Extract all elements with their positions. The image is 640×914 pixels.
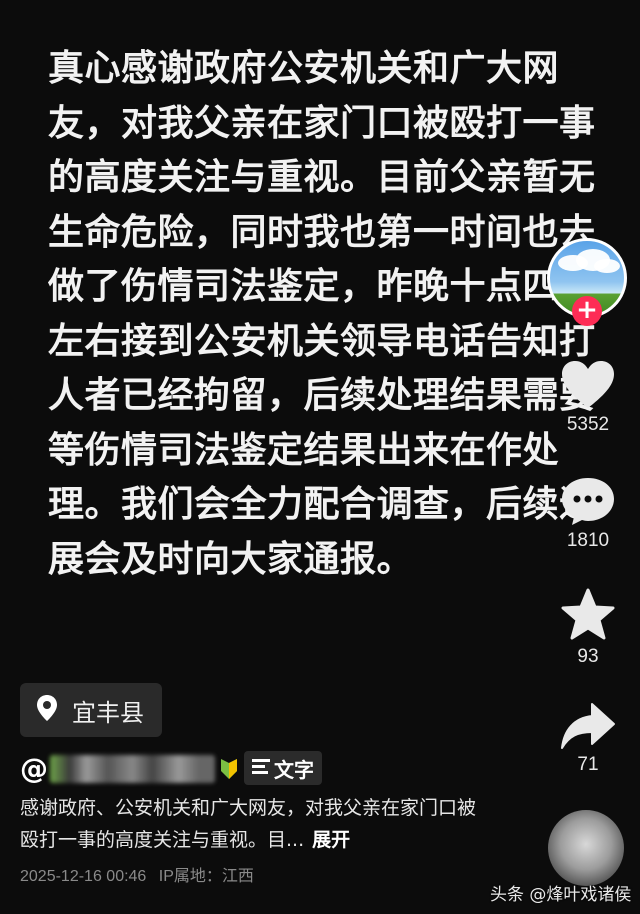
favorite-button[interactable]: 93: [548, 588, 628, 668]
watermark: 头条 @烽叶戏诸侯: [490, 885, 632, 905]
post-meta: 2025-12-16 00:46 IP属地：江西: [20, 862, 262, 886]
star-icon: [548, 588, 628, 642]
share-arrow-icon: [548, 702, 628, 750]
comment-bubble-icon: [548, 476, 628, 526]
music-disc[interactable]: [548, 810, 624, 886]
post-text: 真心感谢政府公安机关和广大网友，对我父亲在家门口被殴打一事的高度关注与重视。目前…: [48, 48, 596, 580]
heart-icon: [548, 360, 628, 410]
favorite-count: 93: [577, 646, 599, 667]
author-at-sign: @: [20, 752, 48, 785]
location-chip[interactable]: 宜丰县: [20, 683, 162, 737]
location-pin-icon: [36, 694, 58, 726]
comment-count: 1810: [566, 530, 610, 551]
author-name[interactable]: @: [20, 752, 239, 785]
follow-button[interactable]: +: [572, 296, 602, 326]
text-lines-icon: [252, 758, 270, 778]
post-caption: 感谢政府、公安机关和广大网友，对我父亲在家门口被殴打一事的高度关注与重视。目..…: [20, 792, 480, 856]
text-mode-tag[interactable]: 文字: [244, 751, 322, 785]
location-label: 宜丰县: [72, 698, 144, 727]
ip-location: IP属地：江西: [158, 868, 254, 885]
share-button[interactable]: 71: [548, 702, 628, 776]
like-count: 5352: [566, 414, 610, 435]
like-button[interactable]: 5352: [548, 360, 628, 436]
author-name-blurred: [50, 754, 215, 783]
caption-text: 感谢政府、公安机关和广大网友，对我父亲在家门口被殴打一事的高度关注与重视。目..…: [20, 797, 477, 851]
comment-button[interactable]: 1810: [548, 476, 628, 552]
text-mode-label: 文字: [274, 757, 314, 782]
post-datetime: 2025-12-16 00:46: [20, 868, 147, 885]
expand-link[interactable]: 展开: [312, 829, 350, 851]
newbie-badge-icon: [219, 757, 239, 781]
share-count: 71: [577, 754, 599, 775]
